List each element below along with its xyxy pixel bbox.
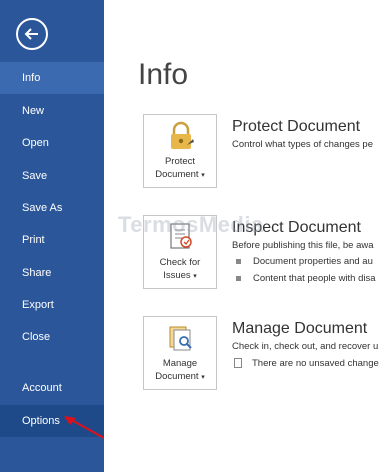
backstage-main: Info Protect Document ▾ Protect Document… [104, 0, 383, 472]
lock-icon [171, 121, 194, 149]
manage-document-icon [169, 326, 192, 351]
backstage-sidebar: Info New Open Save Save As Print Share E… [0, 0, 104, 472]
protect-document-desc: Control what types of changes pe [232, 139, 374, 150]
back-arrow-icon [24, 28, 38, 40]
nav-open[interactable]: Open [0, 127, 104, 159]
nav-share[interactable]: Share [0, 257, 104, 289]
protect-document-title: Protect Document [232, 118, 361, 135]
manage-document-button[interactable]: Manage Document ▾ [143, 316, 217, 390]
nav-save-as[interactable]: Save As [0, 192, 104, 224]
manage-document-desc: Check in, check out, and recover u [232, 341, 379, 352]
page-title: Info [138, 58, 189, 91]
nav-close[interactable]: Close [0, 321, 104, 353]
manage-document-title: Manage Document [232, 320, 368, 337]
bullet-icon [236, 275, 241, 281]
nav-print[interactable]: Print [0, 224, 104, 256]
manage-document-label: Manage Document ▾ [155, 358, 205, 382]
checklist-icon [170, 223, 192, 249]
nav-save[interactable]: Save [0, 160, 104, 192]
unsaved-changes-note: There are no unsaved change [232, 358, 379, 369]
bullet-icon [236, 258, 241, 264]
inspect-document-title: Inspect Document [232, 219, 361, 236]
nav-export[interactable]: Export [0, 289, 104, 321]
document-icon [234, 358, 242, 369]
nav-account[interactable]: Account [0, 372, 104, 404]
nav-new[interactable]: New [0, 95, 104, 127]
protect-document-label: Protect Document ▾ [155, 156, 205, 180]
back-button[interactable] [16, 18, 48, 50]
inspect-document-desc: Before publishing this file, be awa [232, 240, 374, 251]
inspect-bullet-1: Document properties and au [232, 256, 373, 267]
annotation-arrow [64, 416, 105, 439]
check-for-issues-button[interactable]: Check for Issues ▾ [143, 215, 217, 289]
inspect-bullet-2: Content that people with disa [232, 273, 376, 284]
check-for-issues-label: Check for Issues ▾ [159, 257, 201, 281]
protect-document-button[interactable]: Protect Document ▾ [143, 114, 217, 188]
nav-info[interactable]: Info [0, 62, 104, 94]
